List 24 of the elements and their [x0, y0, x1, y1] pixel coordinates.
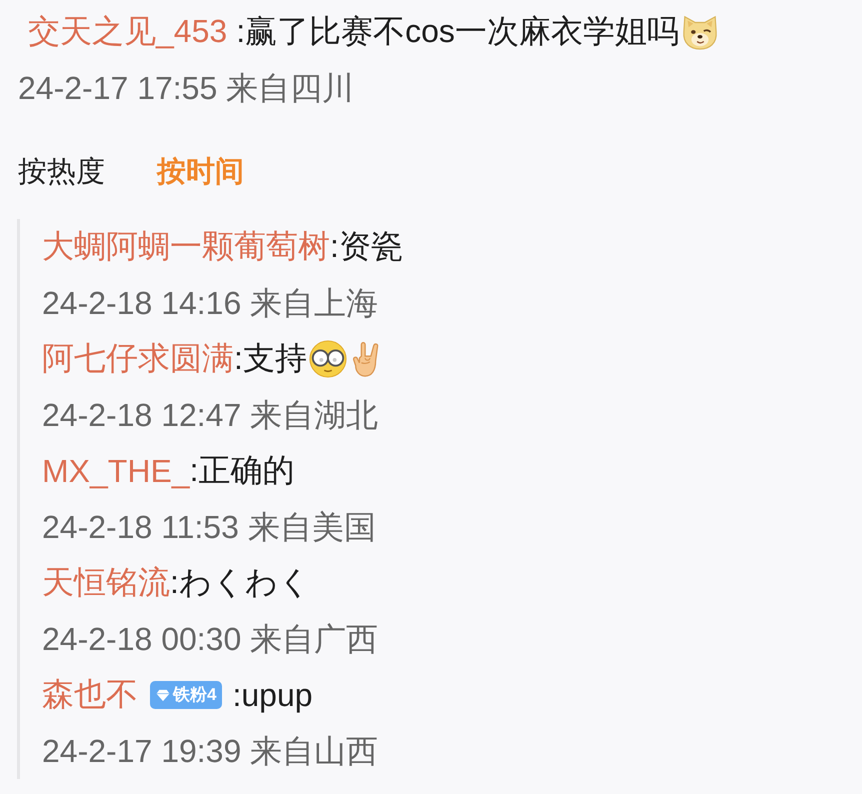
username-link[interactable]: 大蜩阿蜩一颗葡萄树	[42, 225, 330, 269]
timestamp-text: 24-2-17 17:55 来自四川	[17, 69, 356, 108]
timestamp-text: 24-2-18 00:30 来自广西	[42, 620, 380, 659]
sort-tab[interactable]: 按热度	[18, 152, 105, 192]
sort-tab[interactable]: 按时间	[157, 152, 244, 192]
comment-text: :upup	[232, 676, 313, 714]
dog-face-icon	[680, 13, 719, 51]
diamond-icon	[156, 688, 170, 702]
comment-text: :正确的	[190, 451, 294, 488]
comment-text: :赢了比赛不cos一次麻衣学姐吗	[236, 12, 679, 51]
timestamp-text: 24-2-17 19:39 来自山西	[42, 732, 380, 771]
username-link[interactable]: MX_THE_	[42, 452, 190, 490]
username-link[interactable]: 森也不	[42, 673, 138, 717]
comment-text: :资瓷	[330, 227, 403, 266]
timestamp-text: 24-2-18 12:47 来自湖北	[42, 396, 380, 435]
comment-text: :支持	[234, 339, 307, 378]
username-link[interactable]: 交天之见_453	[28, 10, 228, 54]
username-link[interactable]: 天恒铭流	[42, 561, 170, 605]
timestamp-text: 24-2-18 11:53 来自美国	[42, 508, 377, 547]
comment-text: :わくわく	[170, 563, 311, 602]
timestamp-text: 24-2-18 14:16 来自上海	[42, 284, 380, 323]
glasses-face-icon	[308, 340, 347, 378]
username-link[interactable]: 阿七仔求圆满	[42, 337, 234, 381]
badge-label: 铁粉4	[173, 684, 216, 706]
